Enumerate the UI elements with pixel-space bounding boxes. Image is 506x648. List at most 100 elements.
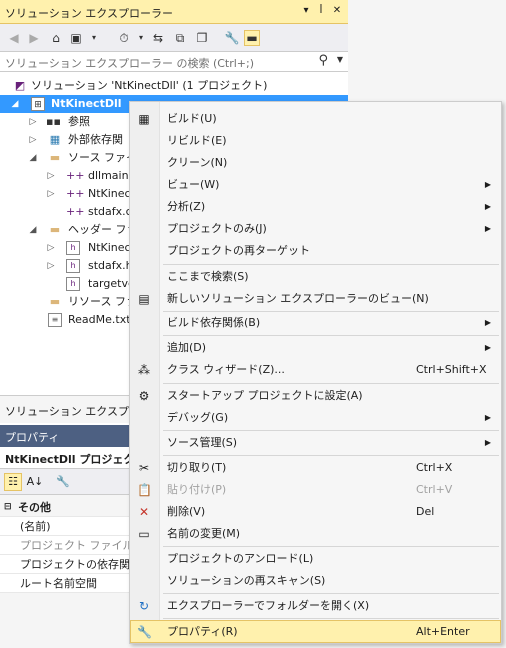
folder-icon: ▬ xyxy=(49,223,61,236)
collapsed-icon[interactable]: ▷ xyxy=(46,257,56,275)
project-context-menu: ▦ ビルド(U) リビルド(E) クリーン(N) ビュー(W) ▶ 分析(Z) … xyxy=(129,101,502,644)
menu-item-view[interactable]: ビュー(W) ▶ xyxy=(130,174,501,196)
menu-item-paste: 📋 貼り付け(P) Ctrl+V xyxy=(130,479,501,501)
tree-item-label: ソリューション 'NtKinectDll' (1 プロジェクト) xyxy=(31,79,268,92)
search-icon[interactable]: ⚲ xyxy=(318,53,328,68)
menu-item-rebuild[interactable]: リビルド(E) xyxy=(130,130,501,152)
menu-item-label: プロジェクトのアンロード(L) xyxy=(167,552,314,565)
collapsed-icon[interactable]: ▷ xyxy=(46,167,56,185)
submenu-arrow-icon: ▶ xyxy=(484,413,491,422)
tree-item-label: NtKinec xyxy=(88,241,131,254)
wrench-icon[interactable]: 🔧 xyxy=(224,30,240,46)
menu-item-add[interactable]: 追加(D) ▶ xyxy=(130,337,501,359)
menu-item-label: クリーン(N) xyxy=(167,156,228,169)
tree-item-label: stdafx.c xyxy=(88,205,132,218)
menu-item-clean[interactable]: クリーン(N) xyxy=(130,152,501,174)
tree-item-label: ReadMe.txt xyxy=(68,313,131,326)
tree-item-label: 参照 xyxy=(68,115,90,128)
tree-item-label: stdafx.h xyxy=(88,259,133,272)
tree-item-solution[interactable]: ◩ ソリューション 'NtKinectDll' (1 プロジェクト) xyxy=(0,77,348,95)
search-input[interactable]: ソリューション エクスプローラー の検索 (Ctrl+;) xyxy=(5,55,254,71)
dropdown-icon[interactable]: ▾ xyxy=(299,4,313,18)
expanded-icon[interactable]: ◢ xyxy=(10,95,20,113)
collapsed-icon[interactable]: ▷ xyxy=(28,131,38,149)
menu-item-label: ビュー(W) xyxy=(167,178,220,191)
header-file-icon: h xyxy=(66,241,80,255)
expanded-icon[interactable]: ◢ xyxy=(28,149,38,167)
menu-item-class-wizard[interactable]: ⁂ クラス ウィザード(Z)... Ctrl+Shift+X xyxy=(130,359,501,381)
menu-item-retarget[interactable]: プロジェクトの再ターゲット xyxy=(130,240,501,262)
switch-views-icon[interactable]: ▣ xyxy=(68,30,84,46)
header-file-icon: h xyxy=(66,277,80,291)
property-name: プロジェクト ファイル xyxy=(20,539,134,552)
collapse-all-icon[interactable]: ⧉ xyxy=(172,30,188,46)
tree-item-label: NtKinectDll xyxy=(51,97,122,110)
chevron-down-icon[interactable]: ▾ xyxy=(133,30,149,46)
tree-item-label: targetve xyxy=(88,277,135,290)
show-all-files-icon[interactable]: ❐ xyxy=(194,30,210,46)
menu-item-open-in-explorer[interactable]: ↻ エクスプローラーでフォルダーを開く(X) xyxy=(130,595,501,617)
collapsed-icon[interactable]: ▷ xyxy=(46,239,56,257)
menu-item-delete[interactable]: ✕ 削除(V) Del xyxy=(130,501,501,523)
expanded-icon[interactable]: ◢ xyxy=(28,221,38,239)
property-name: (名前) xyxy=(20,520,51,533)
chevron-down-icon[interactable]: ▼ xyxy=(337,55,343,64)
menu-item-debug[interactable]: デバッグ(G) ▶ xyxy=(130,407,501,429)
menu-item-source-control[interactable]: ソース管理(S) ▶ xyxy=(130,432,501,454)
home-icon[interactable]: ⌂ xyxy=(48,30,64,46)
gear-icon: ⚙ xyxy=(138,389,150,403)
pin-icon[interactable]: ꟾ xyxy=(314,4,328,18)
menu-item-label: 追加(D) xyxy=(167,341,207,354)
collapse-icon[interactable]: ⊟ xyxy=(4,498,12,517)
text-file-icon: ≡ xyxy=(48,313,62,327)
collapsed-icon[interactable]: ▷ xyxy=(46,185,56,203)
menu-item-properties[interactable]: 🔧 プロパティ(R) Alt+Enter xyxy=(130,620,501,643)
menu-item-shortcut: Ctrl+Shift+X xyxy=(416,363,487,376)
forward-icon[interactable]: ▶ xyxy=(26,30,42,46)
categorized-icon[interactable]: ☷ xyxy=(4,473,22,491)
menu-item-cut[interactable]: ✂ 切り取り(T) Ctrl+X xyxy=(130,457,501,479)
menu-item-label: プロパティ(R) xyxy=(167,625,238,638)
menu-item-rename[interactable]: ▭ 名前の変更(M) xyxy=(130,523,501,545)
solution-explorer-search[interactable]: ソリューション エクスプローラー の検索 (Ctrl+;) ⚲ ▼ xyxy=(0,52,348,72)
menu-item-label: プロジェクトの再ターゲット xyxy=(167,244,310,257)
menu-item-label: デバッグ(G) xyxy=(167,411,229,424)
menu-item-build-dependencies[interactable]: ビルド依存関係(B) ▶ xyxy=(130,312,501,334)
menu-item-project-only[interactable]: プロジェクトのみ(J) ▶ xyxy=(130,218,501,240)
menu-item-label: ビルド依存関係(B) xyxy=(167,316,261,329)
header-file-icon: h xyxy=(66,259,80,273)
collapsed-icon[interactable]: ▷ xyxy=(28,113,38,131)
menu-item-set-startup[interactable]: ⚙ スタートアップ プロジェクトに設定(A) xyxy=(130,385,501,407)
preview-selected-icon[interactable]: ▬ xyxy=(244,30,260,46)
menu-item-scope-to-this[interactable]: ここまで検索(S) xyxy=(130,266,501,288)
delete-icon: ✕ xyxy=(138,505,150,519)
menu-item-rescan-solution[interactable]: ソリューションの再スキャン(S) xyxy=(130,570,501,592)
menu-item-build[interactable]: ▦ ビルド(U) xyxy=(130,108,501,130)
menu-separator xyxy=(163,430,499,431)
project-icon: ⊞ xyxy=(31,97,45,111)
class-wizard-icon: ⁂ xyxy=(138,363,150,377)
close-icon[interactable]: ✕ xyxy=(330,4,344,18)
menu-item-label: エクスプローラーでフォルダーを開く(X) xyxy=(167,599,370,612)
solution-icon: ◩ xyxy=(14,79,26,92)
menu-item-label: 削除(V) xyxy=(167,505,206,518)
menu-separator xyxy=(163,546,499,547)
alphabetical-icon[interactable]: A↓ xyxy=(26,473,44,491)
refresh-arrow-icon: ↻ xyxy=(138,599,150,613)
pending-changes-icon[interactable]: ⏱ xyxy=(116,30,132,46)
menu-item-new-view[interactable]: ▤ 新しいソリューション エクスプローラーのビュー(N) xyxy=(130,288,501,310)
menu-separator xyxy=(163,455,499,456)
menu-separator xyxy=(163,335,499,336)
submenu-arrow-icon: ▶ xyxy=(484,224,491,233)
cpp-file-icon: ++ xyxy=(66,205,85,218)
menu-item-unload-project[interactable]: プロジェクトのアンロード(L) xyxy=(130,548,501,570)
back-icon[interactable]: ◀ xyxy=(6,30,22,46)
menu-item-analyze[interactable]: 分析(Z) ▶ xyxy=(130,196,501,218)
menu-separator xyxy=(163,264,499,265)
rename-icon: ▭ xyxy=(138,527,150,541)
menu-item-label: スタートアップ プロジェクトに設定(A) xyxy=(167,389,363,402)
chevron-down-icon[interactable]: ▾ xyxy=(86,30,102,46)
sync-icon[interactable]: ⇆ xyxy=(150,30,166,46)
submenu-arrow-icon: ▶ xyxy=(484,202,491,211)
wrench-icon[interactable]: 🔧 xyxy=(54,473,72,491)
